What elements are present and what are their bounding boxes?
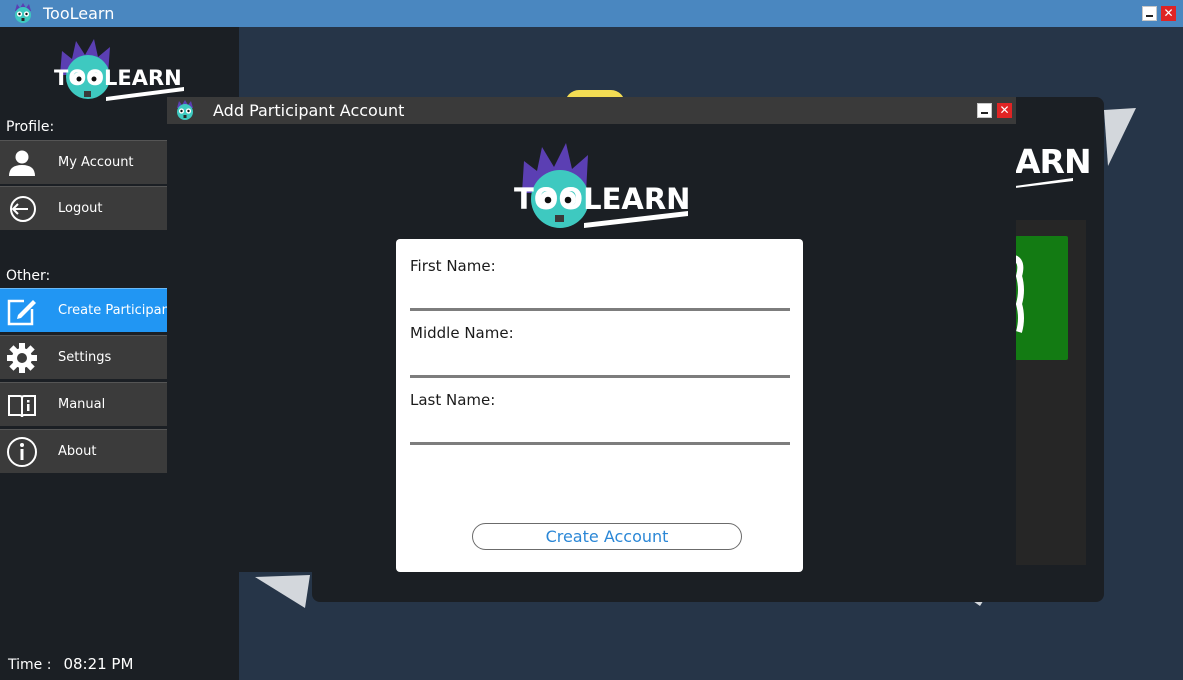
background-logo-fragment: ARN (1015, 142, 1092, 181)
toolearn-mascot-icon (177, 100, 193, 120)
edit-icon (7, 299, 36, 326)
background-decoration (1104, 108, 1136, 166)
background-logo-underline (1015, 178, 1073, 188)
sidebar-item-label: Logout (58, 201, 103, 216)
background-green-card (1013, 236, 1068, 360)
dialog-logo: TOOLEARN (512, 141, 692, 240)
database-icon (1013, 255, 1024, 333)
window-titlebar: TooLearn ✕ (0, 0, 1183, 27)
time-label: Time : (8, 657, 52, 673)
sidebar-item-create-participant[interactable]: Create Participant (0, 288, 175, 332)
close-button[interactable]: ✕ (1161, 6, 1176, 21)
sidebar-item-label: My Account (58, 155, 134, 170)
sidebar-item-label: Manual (58, 397, 106, 412)
user-icon (9, 150, 35, 176)
sidebar-item-my-account[interactable]: My Account (0, 140, 167, 184)
logout-icon (10, 196, 36, 222)
minimize-button[interactable] (1142, 6, 1157, 21)
sidebar-item-settings[interactable]: Settings (0, 335, 167, 379)
other-section-label: Other: (6, 268, 51, 284)
sidebar-item-about[interactable]: About (0, 429, 167, 473)
dialog-close-button[interactable]: ✕ (997, 103, 1012, 118)
first-name-label: First Name: (410, 257, 496, 275)
gear-icon (7, 343, 37, 373)
add-participant-dialog: Add Participant Account ✕ TOOLEARN First… (167, 97, 1016, 572)
participant-form-card: First Name: Middle Name: Last Name: Crea… (396, 239, 803, 572)
book-icon (8, 395, 36, 418)
info-icon (7, 437, 37, 467)
time-display: Time : 08:21 PM (8, 655, 133, 673)
middle-name-label: Middle Name: (410, 324, 514, 342)
background-decoration (255, 575, 310, 608)
last-name-label: Last Name: (410, 391, 496, 409)
dialog-titlebar: Add Participant Account ✕ (167, 97, 1016, 124)
time-value: 08:21 PM (63, 655, 134, 673)
dialog-title: Add Participant Account (213, 101, 405, 120)
dialog-body: TOOLEARN First Name: Middle Name: Last N… (167, 124, 1016, 572)
sidebar-item-label: Create Participant (58, 303, 175, 318)
profile-section-label: Profile: (6, 119, 55, 135)
sidebar-item-manual[interactable]: Manual (0, 382, 167, 426)
sidebar-item-label: Settings (58, 350, 112, 365)
dialog-minimize-button[interactable] (977, 103, 992, 118)
last-name-input[interactable] (410, 419, 790, 445)
first-name-input[interactable] (410, 285, 790, 311)
sidebar-item-logout[interactable]: Logout (0, 186, 167, 230)
toolearn-logo: TOOLEARN (514, 143, 690, 228)
window-title: TooLearn (43, 4, 115, 23)
create-account-button[interactable]: Create Account (472, 523, 742, 550)
sidebar-item-label: About (58, 444, 97, 459)
toolearn-mascot-icon (15, 3, 31, 23)
middle-name-input[interactable] (410, 352, 790, 378)
